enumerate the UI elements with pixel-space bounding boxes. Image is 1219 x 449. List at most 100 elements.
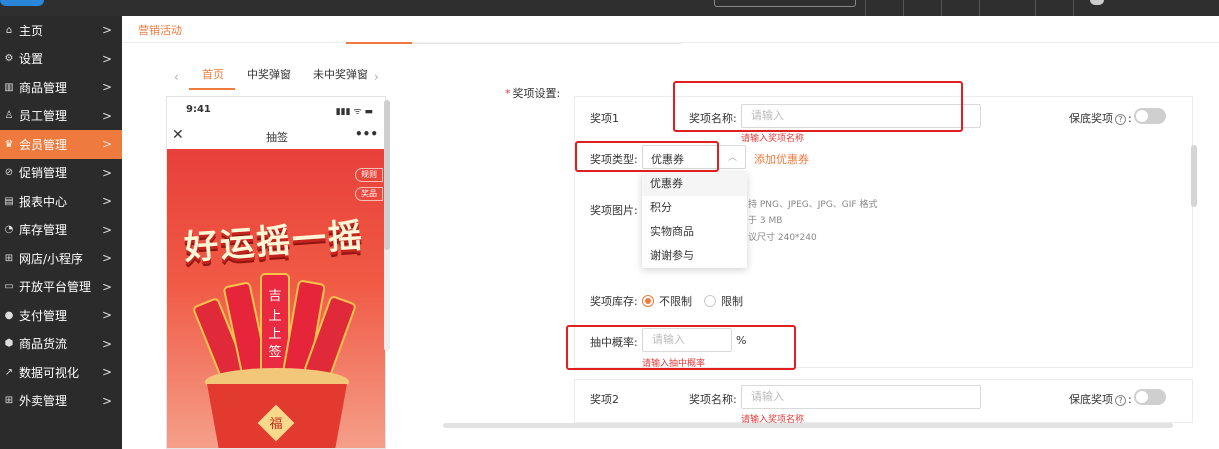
more-icon[interactable]: ••• [355,127,378,141]
avatar[interactable] [1090,0,1104,5]
barcode-icon: ▥ [4,81,14,93]
sidebar-item[interactable]: ⊞ 外卖管理 > [0,387,122,416]
image-size-hint: 于 3 MB [748,216,783,226]
sidebar-item[interactable]: ▥ 商品管理 > [0,73,122,102]
section-tab-active-indicator [346,42,412,44]
top-search-box[interactable] [714,0,856,7]
chevron-right-icon: > [101,80,112,95]
prize1-guarantee-toggle[interactable] [1134,108,1166,124]
prize-settings-label: * 奖项设置: [505,87,561,100]
sidebar-item-label: 支付管理 [19,308,68,323]
tab-prev-icon[interactable]: ‹ [174,70,179,84]
prize2-guarantee-toggle[interactable] [1134,389,1166,405]
chevron-right-icon: > [101,222,112,237]
sidebar-item[interactable]: ⊞ 网店/小程序 > [0,244,122,273]
tab-home[interactable]: 首页 [202,66,224,82]
sidebar-item[interactable]: ● 支付管理 > [0,301,122,330]
report-icon: ▤ [4,195,14,207]
phone-page-title: 抽签 [266,131,288,144]
phone-preview: 9:41 ▮▮▮ ᯤ ▬ ✕ 抽签 ••• 规则 奖品 好运摇一摇 吉 上 上 … [166,96,386,449]
top-divider [1073,0,1074,16]
sidebar-item[interactable]: ◔ 库存管理 > [0,216,122,245]
chevron-right-icon: > [101,23,112,38]
top-divider [903,0,904,16]
tab-active-underline [189,88,235,90]
stock-limited-radio[interactable]: 限制 [704,293,743,309]
promotion-icon: ⊘ [4,167,14,179]
svg-text:上: 上 [268,309,281,324]
lottery-hero-image: 规则 奖品 好运摇一摇 吉 上 上 签 福 [167,149,385,448]
tab-next-icon[interactable]: › [374,70,379,84]
highlight-box-prize-name [673,81,963,132]
chevron-right-icon: > [101,365,112,380]
top-divider [941,0,942,16]
chevron-right-icon: > [101,251,112,266]
sidebar-item[interactable]: ⬢ 商品货流 > [0,330,122,359]
top-divider [979,0,980,16]
member-icon: ♛ [4,138,14,150]
svg-text:上: 上 [268,327,281,342]
breadcrumb-bar: 营销活动 [122,16,1219,43]
data-viz-icon: ↗ [4,366,14,378]
chevron-right-icon: > [101,336,112,351]
highlight-box-prize-type [575,141,719,172]
sidebar-item-label: 库存管理 [19,223,68,238]
highlight-box-probability [566,325,796,370]
settings-icon: ⚙ [4,53,14,65]
store-icon: ⊞ [4,252,14,264]
prize1-stock-label: 奖项库存: [590,295,638,308]
help-icon[interactable]: ? [1115,114,1126,125]
add-coupon-link[interactable]: 添加优惠券 [754,151,809,167]
prize2-guarantee-label: 保底奖项?: [1069,393,1132,406]
dropdown-option-thanks[interactable]: 谢谢参与 [642,244,747,268]
bucket: 福 [205,368,349,448]
sidebar-item[interactable]: ▤ 报表中心 > [0,187,122,216]
dropdown-option-physical-goods[interactable]: 实物商品 [642,220,747,244]
sidebar-item[interactable]: ♛ 会员管理 > [0,130,122,159]
top-bar [0,0,1219,16]
top-divider [865,0,866,16]
sidebar-item-label: 开放平台管理 [19,280,92,295]
image-dimension-hint: 议尺寸 240*240 [748,233,817,243]
rules-button[interactable]: 规则 [355,168,383,182]
sidebar-item-label: 网店/小程序 [19,251,84,266]
form-scrollbar-thumb[interactable] [1191,145,1197,207]
goods-flow-icon: ⬢ [4,338,14,350]
top-divider [1035,0,1036,16]
prize2-name-input[interactable]: 请输入 [741,385,981,409]
horizontal-scrollbar[interactable] [443,423,1173,428]
sidebar-item-label: 数据可视化 [19,365,80,380]
sidebar-item-label: 员工管理 [19,109,68,124]
prize-type-dropdown: 优惠券 积分 实物商品 谢谢参与 [642,172,747,268]
prizes-button[interactable]: 奖品 [355,187,383,201]
dropdown-option-points[interactable]: 积分 [642,196,747,220]
sidebar-item-label: 商品管理 [19,80,68,95]
breadcrumb[interactable]: 营销活动 [138,22,182,38]
sidebar-item[interactable]: ♙ 员工管理 > [0,102,122,131]
svg-text:福: 福 [269,417,282,432]
sidebar-item[interactable]: ⊘ 促销管理 > [0,159,122,188]
sidebar-item-label: 主页 [19,23,44,38]
sidebar: ⌂ 主页 > ⚙ 设置 > ▥ 商品管理 > ♙ 员工管理 > ♛ 会员管理 > ⊘ 促销管理 > ▤ 报表中心 > ◔ 库… [0,16,122,449]
sidebar-item[interactable]: ⌂ 主页 > [0,16,122,45]
sidebar-item-label: 设置 [19,52,44,67]
stock-unlimited-radio[interactable]: 不限制 [642,293,692,309]
sidebar-item-label: 商品货流 [19,337,68,352]
help-icon[interactable]: ? [1115,395,1126,406]
sidebar-item[interactable]: ↗ 数据可视化 > [0,358,122,387]
chevron-up-icon: ︿ [727,153,737,163]
tab-win-popup[interactable]: 中奖弹窗 [247,66,291,82]
prize2-title: 奖项2 [590,393,619,406]
sidebar-item[interactable]: ▭ 开放平台管理 > [0,273,122,302]
preview-scrollbar-thumb[interactable] [384,100,390,250]
sidebar-item[interactable]: ⚙ 设置 > [0,45,122,74]
prize1-name-error: 请输入奖项名称 [741,134,805,144]
dropdown-option-coupon[interactable]: 优惠券 [642,172,747,196]
chevron-right-icon: > [101,308,112,323]
prize1-image-label: 奖项图片: [590,204,638,217]
chevron-right-icon: > [101,137,112,152]
tab-lose-popup[interactable]: 未中奖弹窗 [313,66,368,82]
svg-text:吉: 吉 [268,289,281,304]
sidebar-item-label: 外卖管理 [19,394,68,409]
phone-time: 9:41 [186,104,211,115]
